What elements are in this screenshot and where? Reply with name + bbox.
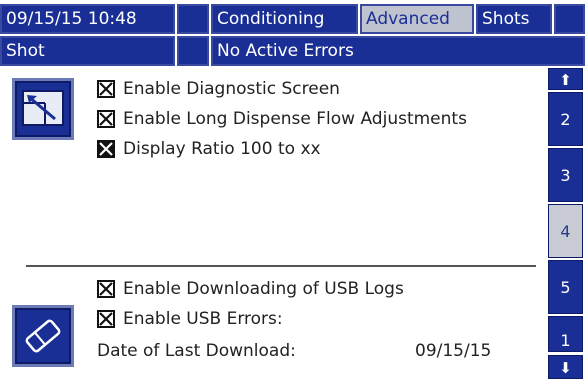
arrow-down-icon: ⬇ [559, 359, 572, 377]
empty-cell [177, 4, 209, 34]
page-button-3[interactable]: 3 [548, 148, 583, 202]
option-label: Enable Diagnostic Screen [123, 79, 340, 99]
top-status-bar: 09/15/15 10:48 Conditioning Advanced Sho… [0, 0, 585, 34]
option-label: Enable Long Dispense Flow Adjustments [123, 109, 467, 129]
last-download-date: 09/15/15 [415, 341, 492, 361]
option-long-dispense[interactable]: Enable Long Dispense Flow Adjustments [97, 106, 467, 132]
usb-eraser-icon [25, 319, 61, 353]
advanced-screen: Enable Diagnostic Screen Enable Long Dis… [0, 66, 546, 381]
last-download-value: 09/15/15 [415, 338, 491, 364]
page-button-2[interactable]: 2 [548, 92, 583, 146]
tab-conditioning[interactable]: Conditioning [211, 4, 358, 34]
error-status: No Active Errors [211, 36, 585, 66]
checkbox-usb-errors[interactable] [97, 310, 115, 328]
scroll-up-button[interactable]: ⬆ [548, 68, 583, 90]
page-button-1[interactable]: 1 [548, 316, 583, 352]
usb-logs-button[interactable] [12, 305, 74, 367]
tab-overflow[interactable] [554, 4, 585, 34]
option-diagnostic-screen[interactable]: Enable Diagnostic Screen [97, 76, 340, 102]
page-button-4[interactable]: 4 [548, 204, 583, 258]
last-download-row: Date of Last Download: [97, 338, 296, 364]
section-divider [26, 265, 536, 267]
last-download-label: Date of Last Download: [97, 341, 296, 361]
checkbox-usb-logs[interactable] [97, 280, 115, 298]
checkbox-display-ratio[interactable] [97, 140, 115, 158]
tab-advanced[interactable]: Advanced [360, 4, 474, 34]
page-navigation: ⬆ 2 3 4 5 1 ⬇ [546, 66, 585, 381]
option-label: Display Ratio 100 to xx [123, 139, 321, 159]
option-usb-logs[interactable]: Enable Downloading of USB Logs [97, 276, 404, 302]
checkbox-diagnostic-screen[interactable] [97, 80, 115, 98]
empty-cell [177, 36, 209, 66]
scroll-down-button[interactable]: ⬇ [548, 355, 583, 379]
checkbox-long-dispense[interactable] [97, 110, 115, 128]
arrow-up-icon: ⬆ [559, 71, 572, 89]
option-display-ratio[interactable]: Display Ratio 100 to xx [97, 136, 321, 162]
datetime-display: 09/15/15 10:48 [0, 4, 175, 34]
mode-display: Shot [0, 36, 175, 66]
page-button-5[interactable]: 5 [548, 260, 583, 314]
option-usb-errors[interactable]: Enable USB Errors: [97, 306, 283, 332]
display-settings-icon [22, 90, 64, 126]
display-settings-button[interactable] [12, 78, 74, 140]
mode-status-bar: Shot No Active Errors [0, 34, 585, 66]
option-label: Enable Downloading of USB Logs [123, 279, 404, 299]
tab-shots[interactable]: Shots [476, 4, 552, 34]
option-label: Enable USB Errors: [123, 309, 283, 329]
